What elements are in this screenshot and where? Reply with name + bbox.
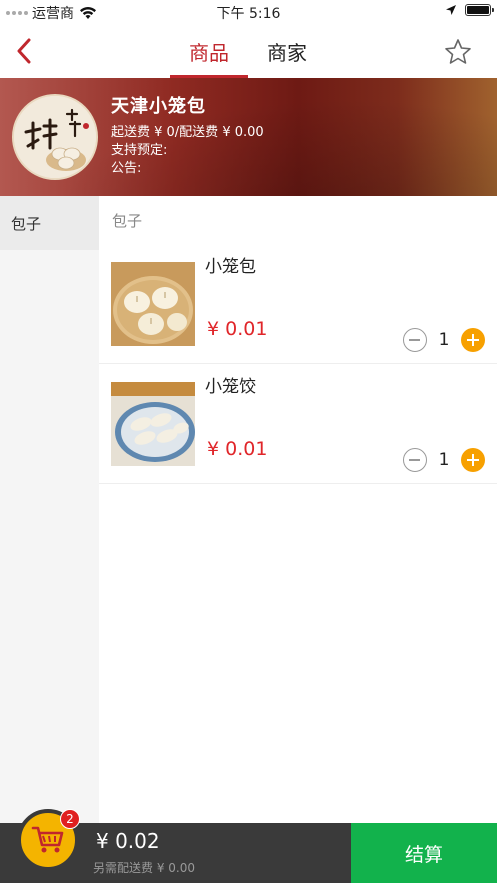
tab-bar: 商品 商家: [170, 24, 326, 78]
tab-products[interactable]: 商品: [170, 24, 248, 78]
shop-notice: 公告:: [111, 161, 142, 176]
shop-delivery-fees: 起送费 ¥ 0/配送费 ¥ 0.00: [111, 125, 264, 140]
shop-logo-image: [14, 96, 96, 178]
checkout-button[interactable]: 结算: [351, 823, 497, 883]
back-button[interactable]: [8, 34, 40, 68]
product-image: [111, 262, 195, 346]
nav-bar: 商品 商家: [0, 24, 497, 78]
product-image: [111, 382, 195, 466]
quantity-value: 1: [438, 450, 450, 470]
product-price: ¥ 0.01: [207, 438, 268, 460]
product-item[interactable]: 小笼饺 ¥ 0.01 1: [99, 364, 497, 484]
product-name: 小笼饺: [205, 377, 256, 397]
increase-quantity-button[interactable]: [461, 328, 485, 352]
product-item[interactable]: 小笼包 ¥ 0.01 1: [99, 244, 497, 364]
status-time: 下午 5:16: [216, 6, 281, 22]
location-arrow-icon: [446, 5, 456, 15]
decrease-quantity-button[interactable]: [403, 448, 427, 472]
decrease-quantity-button[interactable]: [403, 328, 427, 352]
chevron-left-icon: [17, 38, 31, 64]
shop-preorder: 支持预定:: [111, 143, 168, 158]
cart-count-badge: 2: [60, 809, 80, 829]
cart-bar: 2 ¥ 0.02 另需配送费 ¥ 0.00 结算: [0, 809, 497, 883]
shop-info: 天津小笼包 起送费 ¥ 0/配送费 ¥ 0.00 支持预定: 公告:: [111, 92, 264, 178]
star-outline-icon: [445, 39, 471, 64]
shop-name: 天津小笼包: [111, 96, 206, 117]
product-list: 包子 小笼包 ¥ 0.01 1 小笼饺 ¥ 0.01 1: [99, 196, 497, 823]
cart-total: ¥ 0.02: [96, 829, 160, 853]
section-title: 包子: [112, 211, 143, 230]
delivery-fee-note: 另需配送费 ¥ 0.00: [93, 861, 195, 875]
shop-header: 天津小笼包 起送费 ¥ 0/配送费 ¥ 0.00 支持预定: 公告:: [0, 78, 497, 196]
status-right: [445, 4, 494, 16]
category-sidebar: 包子: [0, 196, 99, 823]
quantity-stepper: 1: [403, 328, 485, 352]
shop-logo: [12, 94, 98, 180]
tab-merchant[interactable]: 商家: [248, 24, 326, 78]
favorite-button[interactable]: [443, 37, 473, 67]
increase-quantity-button[interactable]: [461, 448, 485, 472]
status-bar: 运营商 下午 5:16: [0, 0, 497, 24]
shopping-cart-icon: [31, 826, 64, 853]
quantity-stepper: 1: [403, 448, 485, 472]
product-price: ¥ 0.01: [207, 318, 268, 340]
battery-icon: [465, 4, 494, 16]
category-item-baozi[interactable]: 包子: [0, 196, 99, 250]
quantity-value: 1: [438, 330, 450, 350]
product-name: 小笼包: [205, 257, 256, 277]
